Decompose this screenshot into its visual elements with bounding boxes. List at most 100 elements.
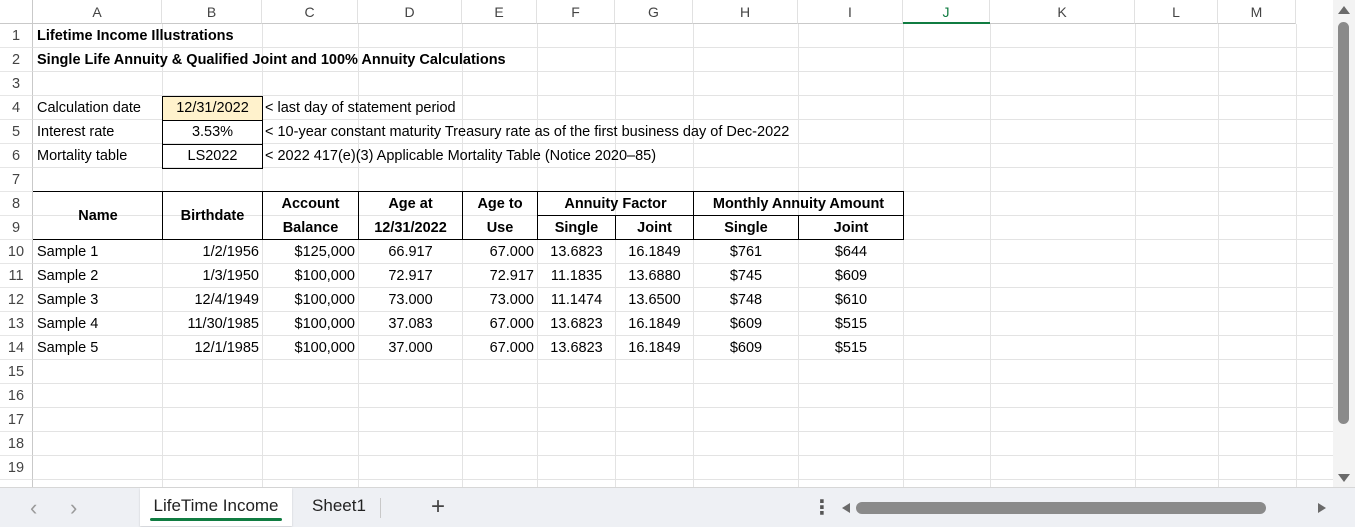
cell-amount-single[interactable]: $609 xyxy=(694,336,798,360)
row-header-1[interactable]: 1 xyxy=(0,24,33,48)
cell-amount-joint[interactable]: $609 xyxy=(799,264,903,288)
cell-age-to[interactable]: 72.917 xyxy=(463,264,537,288)
cell-amount-joint[interactable]: $644 xyxy=(799,240,903,264)
cell-factor-joint[interactable]: 16.1849 xyxy=(616,336,693,360)
horizontal-scroll-thumb[interactable] xyxy=(856,502,1266,514)
header-name[interactable]: Name xyxy=(34,204,162,228)
column-header-k[interactable]: K xyxy=(990,0,1135,24)
cell-amount-single[interactable]: $761 xyxy=(694,240,798,264)
row-header-10[interactable]: 10 xyxy=(0,240,33,264)
cell-factor-joint[interactable]: 13.6500 xyxy=(616,288,693,312)
row-header-7[interactable]: 7 xyxy=(0,168,33,192)
cell-birthdate[interactable]: 1/3/1950 xyxy=(163,264,262,288)
scroll-left-icon[interactable] xyxy=(842,503,850,513)
row-header-11[interactable]: 11 xyxy=(0,264,33,288)
calc-date-note[interactable]: < last day of statement period xyxy=(262,96,459,120)
scroll-down-icon[interactable] xyxy=(1338,474,1350,482)
cell-name[interactable]: Sample 2 xyxy=(34,264,162,288)
mortality-table-value[interactable]: LS2022 xyxy=(163,144,262,168)
tab-sheet1[interactable]: Sheet1 xyxy=(300,488,378,526)
column-header-h[interactable]: H xyxy=(693,0,798,24)
row-header-15[interactable]: 15 xyxy=(0,360,33,384)
row-header-18[interactable]: 18 xyxy=(0,432,33,456)
mortality-table-note[interactable]: < 2022 417(e)(3) Applicable Mortality Ta… xyxy=(262,144,659,168)
cell-balance[interactable]: $100,000 xyxy=(263,288,358,312)
column-header-j[interactable]: J xyxy=(903,0,990,24)
row-header-6[interactable]: 6 xyxy=(0,144,33,168)
spreadsheet-grid[interactable]: ABCDEFGHIJKLM 1 2 3 4 5 6 7 8 9 10 11 12 13 14 15 16 17 1… xyxy=(0,0,1333,487)
row-header-9[interactable]: 9 xyxy=(0,216,33,240)
header-annuity-factor[interactable]: Annuity Factor xyxy=(538,192,693,216)
vertical-scroll-thumb[interactable] xyxy=(1338,22,1349,424)
cell-factor-single[interactable]: 13.6823 xyxy=(538,336,615,360)
row-header-3[interactable]: 3 xyxy=(0,72,33,96)
calc-date-value[interactable]: 12/31/2022 xyxy=(163,96,262,120)
cell-birthdate[interactable]: 12/1/1985 xyxy=(163,336,262,360)
sheet-title[interactable]: Lifetime Income Illustrations xyxy=(34,24,237,48)
column-header-g[interactable]: G xyxy=(615,0,693,24)
cell-name[interactable]: Sample 1 xyxy=(34,240,162,264)
cell-birthdate[interactable]: 1/2/1956 xyxy=(163,240,262,264)
chevron-right-icon[interactable]: › xyxy=(70,494,77,522)
row-header-16[interactable]: 16 xyxy=(0,384,33,408)
cell-age-at[interactable]: 66.917 xyxy=(359,240,462,264)
header-monthly-amount[interactable]: Monthly Annuity Amount xyxy=(694,192,903,216)
cell-balance[interactable]: $100,000 xyxy=(263,336,358,360)
header-birthdate[interactable]: Birthdate xyxy=(163,204,262,228)
interest-rate-value[interactable]: 3.53% xyxy=(163,120,262,144)
cell-birthdate[interactable]: 11/30/1985 xyxy=(163,312,262,336)
cell-amount-single[interactable]: $609 xyxy=(694,312,798,336)
row-header-2[interactable]: 2 xyxy=(0,48,33,72)
header-age-to[interactable]: Age to xyxy=(463,192,537,216)
cell-factor-single[interactable]: 13.6823 xyxy=(538,312,615,336)
header-balance[interactable]: Balance xyxy=(263,216,358,240)
cell-factor-joint[interactable]: 16.1849 xyxy=(616,240,693,264)
scroll-right-icon[interactable] xyxy=(1318,503,1326,513)
cell-amount-single[interactable]: $745 xyxy=(694,264,798,288)
column-header-c[interactable]: C xyxy=(262,0,358,24)
column-header-b[interactable]: B xyxy=(162,0,262,24)
cell-balance[interactable]: $100,000 xyxy=(263,264,358,288)
sheet-subtitle[interactable]: Single Life Annuity & Qualified Joint an… xyxy=(34,48,509,72)
row-header-4[interactable]: 4 xyxy=(0,96,33,120)
cell-birthdate[interactable]: 12/4/1949 xyxy=(163,288,262,312)
cell-age-to[interactable]: 73.000 xyxy=(463,288,537,312)
header-use[interactable]: Use xyxy=(463,216,537,240)
column-header-i[interactable]: I xyxy=(798,0,903,24)
cell-age-to[interactable]: 67.000 xyxy=(463,240,537,264)
cell-age-at[interactable]: 72.917 xyxy=(359,264,462,288)
header-factor-joint[interactable]: Joint xyxy=(616,216,693,240)
cell-balance[interactable]: $125,000 xyxy=(263,240,358,264)
calc-date-label[interactable]: Calculation date xyxy=(34,96,144,120)
more-options-icon[interactable]: ⋮ xyxy=(812,492,832,524)
header-amount-joint[interactable]: Joint xyxy=(799,216,903,240)
cell-factor-joint[interactable]: 13.6880 xyxy=(616,264,693,288)
cell-name[interactable]: Sample 5 xyxy=(34,336,162,360)
cell-factor-single[interactable]: 13.6823 xyxy=(538,240,615,264)
interest-rate-note[interactable]: < 10-year constant maturity Treasury rat… xyxy=(262,120,792,144)
mortality-table-label[interactable]: Mortality table xyxy=(34,144,130,168)
select-all-corner[interactable] xyxy=(0,0,33,24)
cell-age-to[interactable]: 67.000 xyxy=(463,312,537,336)
cell-age-at[interactable]: 73.000 xyxy=(359,288,462,312)
cell-age-at[interactable]: 37.000 xyxy=(359,336,462,360)
chevron-left-icon[interactable]: ‹ xyxy=(30,494,37,522)
column-header-l[interactable]: L xyxy=(1135,0,1218,24)
row-header-13[interactable]: 13 xyxy=(0,312,33,336)
column-header-e[interactable]: E xyxy=(462,0,537,24)
cell-age-to[interactable]: 67.000 xyxy=(463,336,537,360)
vertical-scrollbar[interactable] xyxy=(1333,0,1355,487)
column-header-d[interactable]: D xyxy=(358,0,462,24)
row-header-partial[interactable] xyxy=(0,480,33,487)
column-header-f[interactable]: F xyxy=(537,0,615,24)
cell-amount-single[interactable]: $748 xyxy=(694,288,798,312)
header-account[interactable]: Account xyxy=(263,192,358,216)
cell-factor-joint[interactable]: 16.1849 xyxy=(616,312,693,336)
cell-name[interactable]: Sample 4 xyxy=(34,312,162,336)
cell-factor-single[interactable]: 11.1474 xyxy=(538,288,615,312)
cell-name[interactable]: Sample 3 xyxy=(34,288,162,312)
header-age-at-date[interactable]: 12/31/2022 xyxy=(359,216,462,240)
row-header-14[interactable]: 14 xyxy=(0,336,33,360)
header-factor-single[interactable]: Single xyxy=(538,216,615,240)
column-header-a[interactable]: A xyxy=(33,0,162,24)
